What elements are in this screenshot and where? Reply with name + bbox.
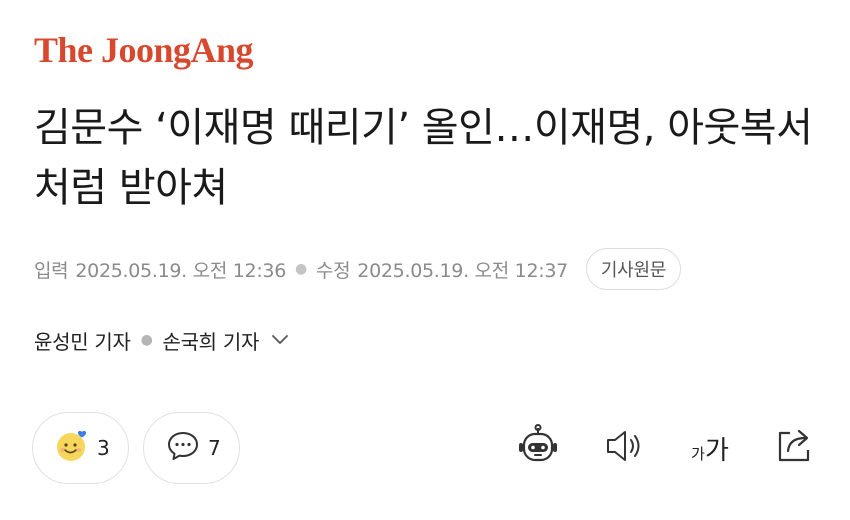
share-button[interactable] — [770, 424, 818, 472]
modified-label: 수정 — [315, 259, 351, 282]
reaction-button[interactable]: 3 — [32, 412, 129, 484]
article-headline: 김문수 ‘이재명 때리기’ 올인…이재명, 아웃복서처럼 받아쳐 — [34, 105, 813, 211]
comment-count: 7 — [208, 436, 221, 460]
comment-button[interactable]: 7 — [143, 412, 240, 484]
reporter-name[interactable]: 손국희 기자 — [162, 326, 259, 355]
article-meta: 입력 2025.05.19. 오전 12:36 ● 수정 2025.05.19.… — [34, 247, 681, 291]
smile-face-heart-icon — [55, 429, 89, 467]
font-small-glyph: 가 — [691, 444, 705, 463]
ai-summary-button[interactable] — [514, 424, 562, 472]
chevron-down-icon[interactable] — [271, 334, 289, 346]
original-article-button[interactable]: 기사원문 — [585, 248, 681, 290]
font-size-button[interactable]: 가 가 — [684, 424, 736, 472]
listen-button[interactable] — [600, 424, 648, 472]
robot-icon — [518, 424, 558, 472]
speaker-icon — [603, 428, 645, 468]
modified-datetime: 2025.05.19. 오전 12:37 — [357, 259, 568, 282]
reaction-count: 3 — [97, 436, 110, 460]
font-size-icon: 가 가 — [691, 430, 729, 467]
meta-separator: ● — [295, 261, 307, 277]
byline-separator: ● — [140, 332, 153, 348]
reporter-name[interactable]: 윤성민 기자 — [34, 326, 131, 355]
byline[interactable]: 윤성민 기자 ● 손국희 기자 — [34, 322, 289, 358]
font-big-glyph: 가 — [704, 435, 729, 466]
published-label: 입력 — [34, 259, 69, 282]
share-icon — [774, 427, 814, 469]
joongang-logo[interactable]: The JoongAng — [34, 28, 254, 72]
speech-bubble-icon — [166, 430, 200, 466]
published-datetime: 2025.05.19. 오전 12:36 — [75, 259, 286, 282]
